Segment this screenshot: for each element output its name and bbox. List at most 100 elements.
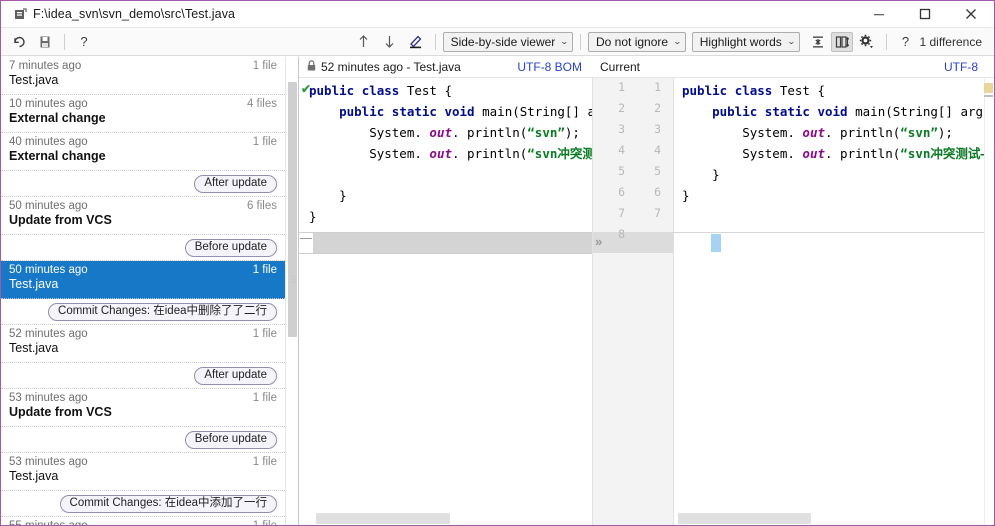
diff-marker-chunk[interactable] <box>984 83 993 93</box>
left-code-pane[interactable]: ✔ public class Test { public static void… <box>299 78 592 525</box>
revision-label: External change <box>9 111 106 125</box>
left-pane-title: 52 minutes ago - Test.java <box>321 60 461 74</box>
revision-label: Test.java <box>9 277 59 291</box>
revision-list[interactable]: 7 minutes ago 1 file Test.java 10 minutes a… <box>1 57 285 525</box>
revision-separator-label: After update <box>1 363 285 389</box>
diff-viewer: 52 minutes ago - Test.java UTF-8 BOM Cur… <box>299 57 994 525</box>
revision-separator-label: After update <box>1 171 285 197</box>
close-button[interactable] <box>948 1 994 28</box>
toolbar-divider <box>64 33 65 50</box>
revision-list-item[interactable]: 7 minutes ago 1 file Test.java <box>1 57 285 95</box>
revision-list-item[interactable]: 52 minutes ago 1 file Test.java <box>1 325 285 363</box>
revision-label: Test.java <box>9 341 59 355</box>
window-title: F:\idea_svn\svn_demo\src\Test.java <box>33 7 236 21</box>
minimize-button[interactable] <box>856 1 902 28</box>
revision-file-count: 1 file <box>253 520 277 525</box>
revision-label: Test.java <box>9 73 59 87</box>
gutter-line-number: 4 <box>618 143 625 157</box>
revision-time: 53 minutes ago <box>9 456 88 468</box>
left-hscroll-thumb[interactable] <box>316 513 450 524</box>
revision-file-count: 1 file <box>252 328 277 340</box>
previous-difference-icon[interactable] <box>352 31 376 53</box>
fold-marker-icon[interactable] <box>300 238 312 239</box>
revision-tag-pill: Before update <box>184 238 277 257</box>
revision-separator-label: Before update <box>1 235 285 261</box>
left-removed-gap <box>313 232 592 253</box>
revision-list-item[interactable]: 50 minutes ago 1 file Test.java <box>1 261 285 299</box>
left-chunk-bottom-rule <box>299 253 592 254</box>
revision-separator-label: Commit Changes: 在idea中删除了了二行 <box>1 299 285 325</box>
revision-time: 53 minutes ago <box>9 392 88 404</box>
revision-time: 40 minutes ago <box>9 136 88 148</box>
left-pane-hscrollbar[interactable] <box>299 513 592 524</box>
next-difference-icon[interactable] <box>378 31 402 53</box>
gutter-line-number: 1 <box>654 80 661 94</box>
revision-file-count: 1 file <box>252 264 277 276</box>
left-pane-header: 52 minutes ago - Test.java UTF-8 BOM <box>299 60 592 74</box>
revision-list-item[interactable]: 10 minutes ago 4 files External change <box>1 95 285 133</box>
pencil-icon[interactable] <box>404 31 428 53</box>
right-code-text: public class Test { public static void m… <box>682 83 994 203</box>
right-pane-hscrollbar[interactable] <box>675 513 984 524</box>
show-whitespace-icon[interactable] <box>830 31 853 52</box>
sidebar-scrollbar[interactable]: ··· ··· ··· <box>285 57 298 525</box>
revision-list-item[interactable]: 53 minutes ago 1 file Update from VCS <box>1 389 285 427</box>
gutter-line-number: 5 <box>618 164 625 178</box>
revision-list-item[interactable]: 55 minutes ago1 fileExternal change <box>1 517 285 525</box>
revert-icon[interactable] <box>7 31 31 53</box>
revision-time: 50 minutes ago <box>9 200 88 212</box>
revision-time: 10 minutes ago <box>9 98 88 110</box>
java-file-icon <box>9 7 31 21</box>
left-pane-encoding[interactable]: UTF-8 BOM <box>517 60 592 74</box>
viewer-mode-dropdown[interactable]: Side-by-side viewer ⌄ <box>442 31 573 52</box>
revision-file-count: 1 file <box>252 456 277 468</box>
gutter-line-number: 8 <box>618 227 625 241</box>
highlight-policy-dropdown[interactable]: Highlight words ⌄ <box>691 31 800 52</box>
chevron-down-icon: ⌄ <box>673 37 682 46</box>
help-icon-2[interactable]: ? <box>894 31 918 53</box>
difference-count: 1 difference <box>919 34 983 49</box>
revision-file-count: 1 file <box>252 392 277 404</box>
chevron-down-icon: ⌄ <box>786 37 796 46</box>
revision-tag-pill: Commit Changes: 在idea中删除了了二行 <box>48 302 277 321</box>
revision-tag-pill: Before update <box>184 430 277 449</box>
revision-list-item[interactable]: 53 minutes ago 1 file Test.java <box>1 453 285 491</box>
sidebar-scrollbar-grip: ··· ··· ··· <box>290 273 297 286</box>
gutter-line-number: 1 <box>618 80 625 94</box>
main-body: 7 minutes ago 1 file Test.java 10 minutes a… <box>1 57 994 525</box>
maximize-button[interactable] <box>902 1 948 28</box>
toolbar-divider-2 <box>434 33 436 50</box>
sidebar-scrollbar-thumb[interactable] <box>288 82 297 337</box>
revision-file-count: 4 files <box>246 98 277 110</box>
revision-tag-pill: After update <box>194 366 277 385</box>
revision-file-count: 6 files <box>246 200 277 212</box>
ignore-policy-dropdown[interactable]: Do not ignore ⌄ <box>588 31 686 52</box>
help-icon[interactable]: ? <box>72 31 96 53</box>
revision-history-sidebar: 7 minutes ago 1 file Test.java 10 minutes a… <box>1 57 299 525</box>
gear-icon[interactable] <box>855 31 879 53</box>
revision-time: 50 minutes ago <box>9 264 88 276</box>
toolbar-divider-3 <box>580 33 581 50</box>
save-disk-icon[interactable] <box>33 31 57 53</box>
toolbar-divider-4 <box>885 33 887 50</box>
right-selection-highlight <box>711 234 721 252</box>
left-chunk-top-rule <box>299 232 592 233</box>
revision-list-item[interactable]: 50 minutes ago 6 files Update from VCS <box>1 197 285 235</box>
revision-time: 7 minutes ago <box>9 60 82 72</box>
right-pane-title: Current <box>600 60 641 74</box>
right-chunk-top-rule <box>674 232 994 233</box>
right-code-pane[interactable]: public class Test { public static void m… <box>674 78 994 525</box>
right-hscroll-thumb[interactable] <box>678 513 811 524</box>
right-pane-encoding[interactable]: UTF-8 <box>944 60 994 74</box>
revision-list-item[interactable]: 40 minutes ago 1 file External change <box>1 133 285 171</box>
gutter-line-number: 6 <box>654 185 661 199</box>
revision-file-count: 1 file <box>252 136 277 148</box>
collapse-unchanged-icon[interactable] <box>807 32 829 52</box>
diff-marker-strip[interactable] <box>984 78 994 525</box>
revision-tag-pill: Commit Changes: 在idea中添加了一行 <box>59 494 277 513</box>
viewer-mode-label: Side-by-side viewer <box>450 34 556 49</box>
revision-time: 52 minutes ago <box>9 328 88 340</box>
right-pane-header: Current UTF-8 <box>592 60 994 74</box>
accept-change-chevron-icon[interactable]: » <box>595 234 602 249</box>
left-code-text: public class Test { public static void m… <box>309 83 592 224</box>
